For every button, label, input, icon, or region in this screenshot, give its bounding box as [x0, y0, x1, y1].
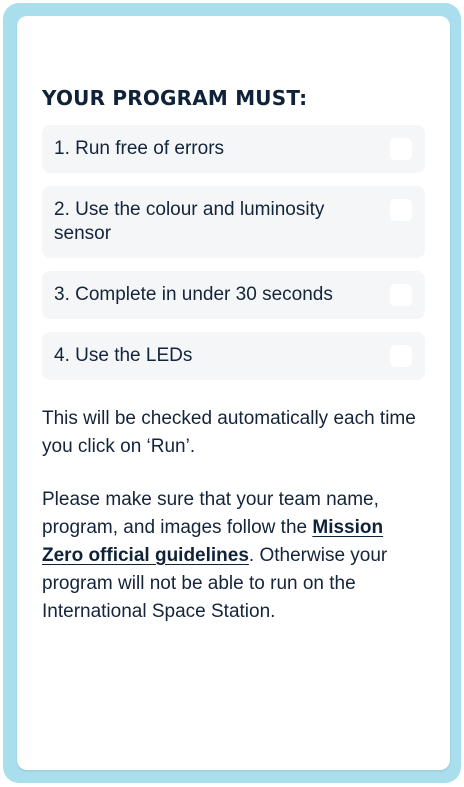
requirements-list: 1. Run free of errors 2. Use the colour … [42, 125, 425, 393]
requirement-label: 2. Use the colour and luminosity sensor [54, 199, 325, 244]
requirement-label: 4. Use the LEDs [54, 345, 193, 366]
guidelines-note: Please make sure that your team name, pr… [42, 486, 422, 626]
requirement-label: 1. Run free of errors [54, 138, 225, 159]
requirement-item-2: 2. Use the colour and luminosity sensor [42, 186, 425, 258]
requirement-checkbox [390, 199, 412, 221]
requirement-checkbox [390, 345, 412, 367]
requirement-item-3: 3. Complete in under 30 seconds [42, 271, 425, 319]
requirement-item-4: 4. Use the LEDs [42, 332, 425, 380]
requirement-checkbox [390, 284, 412, 306]
auto-check-note: This will be checked automatically each … [42, 408, 416, 457]
requirement-item-1: 1. Run free of errors [42, 125, 425, 173]
requirements-panel: YOUR PROGRAM MUST: 1. Run free of errors… [17, 16, 450, 770]
requirement-label: 3. Complete in under 30 seconds [54, 284, 333, 305]
requirement-checkbox [390, 138, 412, 160]
panel-heading: YOUR PROGRAM MUST: [42, 86, 308, 110]
